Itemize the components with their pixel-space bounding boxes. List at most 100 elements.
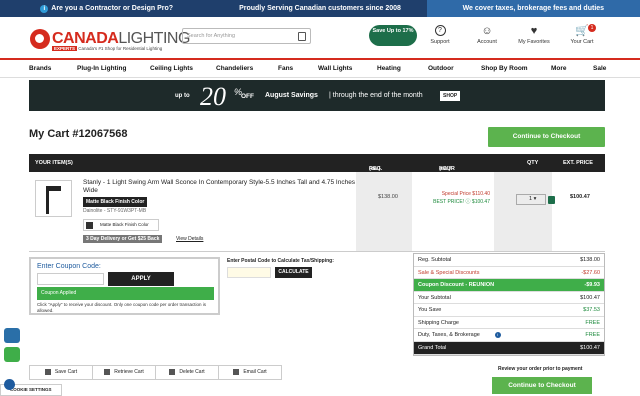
col-your-suffix: (ea.)	[439, 166, 451, 172]
cookie-icon	[4, 379, 15, 390]
taxes-text: We cover taxes, brokerage fees and dutie…	[426, 0, 640, 17]
logo-tag-experts: EXPERTS	[52, 46, 78, 51]
save-up-to-button[interactable]: Save Up to 17%	[369, 25, 417, 46]
nav-item-shop-by-room[interactable]: Shop By Room	[481, 65, 528, 72]
save-cart-label: Save Cart	[54, 369, 78, 375]
serving-text: Proudly Serving Canadian customers since…	[239, 5, 401, 12]
promo-banner[interactable]: up to 20 % OFF August Savings | through …	[29, 80, 605, 111]
continue-to-checkout-button-bottom[interactable]: Continue to Checkout	[492, 377, 592, 394]
banner-subtext: | through the end of the month	[329, 92, 423, 99]
swatch-color	[86, 222, 93, 229]
trash-icon	[169, 368, 176, 375]
nav-item-outdoor[interactable]: Outdoor	[428, 65, 454, 72]
finish-badge: Matte Black Finish Color	[83, 197, 148, 207]
heart-icon: ♥	[530, 25, 538, 37]
cookie-settings-button[interactable]: COOKIE SETTINGS	[0, 379, 62, 396]
summary-row-coupon-discount: Coupon Discount - REUNION -$9.93	[414, 279, 604, 292]
contractor-link[interactable]: i Are you a Contractor or Design Pro?	[0, 4, 213, 13]
quantity-value: 1	[529, 196, 533, 202]
summary-label: Duty, Taxes, & Brokerage	[418, 332, 480, 338]
banner-shop-button[interactable]: SHOP	[440, 91, 461, 101]
site-logo[interactable]: CANADA LIGHTING EXPERTS Canada's #1 Shop …	[30, 29, 190, 51]
contractor-text: Are you a Contractor or Design Pro?	[51, 4, 174, 12]
coupon-applied-message: Coupon Applied	[37, 287, 214, 300]
top-announcement-bar: i Are you a Contractor or Design Pro? Pro…	[0, 0, 640, 17]
info-icon[interactable]: i	[494, 332, 501, 338]
product-image[interactable]	[35, 180, 72, 217]
barcode-scan-icon[interactable]	[298, 32, 306, 41]
summary-label: Grand Total	[418, 344, 447, 351]
cart-label: Your Cart	[570, 39, 594, 45]
summary-value: -$9.93	[584, 282, 600, 288]
summary-value: $37.53	[583, 307, 600, 313]
nav-item-brands[interactable]: Brands	[29, 65, 51, 72]
delete-cart-label: Delete Cart	[179, 369, 205, 375]
ext-price: $100.47	[570, 194, 590, 200]
email-cart-button[interactable]: Email Cart	[219, 366, 281, 379]
reg-price-cell-bg	[356, 172, 412, 251]
search-input[interactable]: Search for Anything	[182, 28, 311, 44]
cookie-label: COOKIE SETTINGS	[10, 387, 52, 392]
review-note: Review your order prior to payment	[498, 366, 583, 372]
chat-icon[interactable]	[4, 347, 20, 362]
nav-item-chandeliers[interactable]: Chandeliers	[216, 65, 253, 72]
summary-value: FREE	[585, 332, 600, 338]
nav-item-plug-in-lighting[interactable]: Plug-In Lighting	[77, 65, 126, 72]
apply-coupon-button[interactable]: APPLY	[108, 272, 174, 286]
summary-label: Coupon Discount - REUNION	[418, 282, 495, 288]
save-cart-button[interactable]: Save Cart	[30, 366, 93, 379]
col-items: YOUR ITEM(S)	[35, 160, 73, 166]
col-qty: QTY	[527, 160, 539, 166]
summary-row-sale-discounts: Sale & Special Discounts -$27.60	[414, 267, 604, 279]
nav-item-sale[interactable]: Sale	[593, 65, 606, 72]
retrieve-cart-button[interactable]: Retrieve Cart	[93, 366, 156, 379]
coupon-label: Enter Coupon Code:	[37, 263, 101, 270]
banner-headline: August Savings	[265, 92, 318, 99]
support-link[interactable]: ? Support	[420, 25, 460, 45]
finish-swatch: Matte Black Finish Color	[83, 219, 159, 231]
summary-row-grand-total: Grand Total $100.47	[414, 341, 604, 355]
trash-icon[interactable]	[548, 196, 555, 204]
view-details-link[interactable]: View Details	[176, 236, 203, 242]
page-title: My Cart #12067568	[29, 128, 128, 140]
sconce-head-shape	[49, 186, 61, 191]
summary-row-reg-subtotal: Reg. Subtotal $138.00	[414, 254, 604, 267]
summary-value: -$27.60	[581, 269, 600, 276]
account-link[interactable]: ☺ Account	[467, 25, 507, 45]
checkout-label: Continue to Checkout	[508, 382, 576, 389]
quantity-select[interactable]: 1 ▾	[516, 194, 546, 205]
nav-item-wall-lights[interactable]: Wall Lights	[318, 65, 352, 72]
summary-row-your-subtotal: Your Subtotal $100.47	[414, 292, 604, 304]
refresh-icon	[104, 368, 111, 375]
envelope-icon	[233, 368, 240, 375]
summary-value: FREE	[585, 319, 600, 326]
logo-tagline: EXPERTS Canada's #1 Shop for Residential…	[52, 46, 162, 51]
info-icon: i	[40, 4, 49, 13]
postal-label: Enter Postal Code to Calculate Tax/Shipp…	[227, 258, 334, 264]
summary-value: $100.47	[580, 344, 600, 351]
nav-item-heating[interactable]: Heating	[377, 65, 401, 72]
nav-item-more[interactable]: More	[551, 65, 567, 72]
coupon-input[interactable]	[37, 273, 104, 285]
postal-code-input[interactable]	[227, 267, 271, 278]
row-divider	[29, 251, 605, 252]
product-title[interactable]: Stanly - 1 Light Swing Arm Wall Sconce I…	[83, 179, 363, 195]
coupon-note: Click "Apply" to receive your discount. …	[37, 302, 207, 313]
banner-off: OFF	[241, 93, 254, 100]
favorites-link[interactable]: ♥ My Favorites	[514, 25, 554, 45]
accessibility-icon[interactable]	[4, 328, 20, 343]
nav-item-ceiling-lights[interactable]: Ceiling Lights	[150, 65, 193, 72]
delete-cart-button[interactable]: Delete Cart	[156, 366, 219, 379]
site-header: CANADA LIGHTING EXPERTS Canada's #1 Shop …	[0, 17, 640, 59]
summary-row-duty: Duty, Taxes, & Brokerage i FREE	[414, 329, 604, 342]
nav-item-fans[interactable]: Fans	[278, 65, 293, 72]
email-cart-label: Email Cart	[243, 369, 267, 375]
calculate-button[interactable]: CALCULATE	[275, 267, 312, 278]
question-icon: ?	[434, 25, 446, 36]
summary-row-shipping: Shipping Charge FREE	[414, 317, 604, 329]
delivery-badge: 3 Day Delivery or Get $25 Back	[83, 235, 163, 243]
summary-label: Sale & Special Discounts	[418, 269, 480, 276]
product-sku: Dainolite - STY-91W3PT-MB	[83, 208, 147, 214]
cart-link[interactable]: 🛒 1 Your Cart	[562, 24, 602, 45]
continue-to-checkout-button-top[interactable]: Continue to Checkout	[488, 127, 605, 147]
